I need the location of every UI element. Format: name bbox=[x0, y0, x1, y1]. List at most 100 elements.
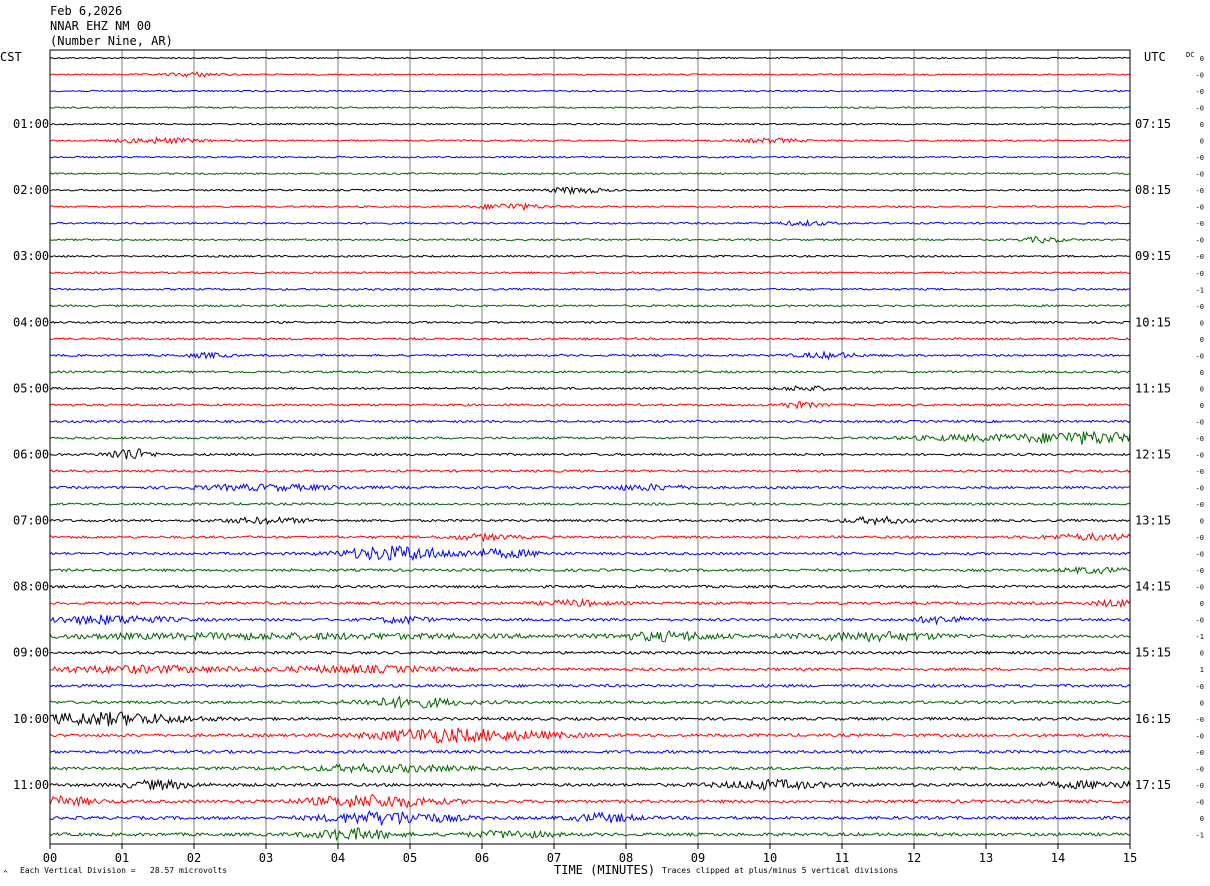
left-hour-labels: 01:00 02:00 03:00 04:00 05:00 06:00 07:00 08:00… bbox=[13, 117, 49, 792]
dc-offset-label: -0 bbox=[1196, 237, 1204, 245]
x-tick-labels: 00 01 02 03 04 05 06 07 08 09 10 11 12 13 14 15 bbox=[43, 844, 1137, 865]
dc-offset-label: -0 bbox=[1196, 732, 1204, 740]
right-hour-label: 17:15 bbox=[1135, 778, 1171, 792]
trace-line bbox=[49, 185, 1131, 196]
x-tick-label: 14 bbox=[1051, 851, 1065, 865]
right-hour-label: 11:15 bbox=[1135, 381, 1171, 395]
trace-line bbox=[49, 515, 1131, 527]
dc-offset-label: -0 bbox=[1196, 352, 1204, 360]
trace-line bbox=[49, 630, 1131, 643]
dc-offset-label: -0 bbox=[1196, 88, 1204, 96]
left-hour-label: 04:00 bbox=[13, 315, 49, 329]
dc-offset-label: 0 bbox=[1200, 518, 1204, 526]
trace-line bbox=[49, 254, 1131, 258]
x-tick-label: 13 bbox=[979, 851, 993, 865]
trace-line bbox=[49, 827, 1131, 841]
trace-line bbox=[49, 663, 1131, 675]
x-tick-label: 12 bbox=[907, 851, 921, 865]
x-tick-label: 06 bbox=[475, 851, 489, 865]
dc-offset-label: -1 bbox=[1196, 831, 1204, 839]
right-hour-label: 13:15 bbox=[1135, 514, 1171, 528]
trace-line bbox=[49, 810, 1131, 826]
trace-line bbox=[49, 369, 1131, 374]
trace-line bbox=[49, 400, 1131, 410]
x-tick-label: 05 bbox=[403, 851, 417, 865]
left-hour-label: 03:00 bbox=[13, 249, 49, 263]
dc-offset-label: -0 bbox=[1196, 501, 1204, 509]
trace-line bbox=[49, 320, 1131, 325]
left-hour-label: 11:00 bbox=[13, 778, 49, 792]
trace-line bbox=[49, 793, 1131, 809]
dc-offset-label: -0 bbox=[1196, 584, 1204, 592]
trace-line bbox=[49, 201, 1131, 212]
dc-offset-label: -0 bbox=[1196, 171, 1204, 179]
trace-line bbox=[49, 106, 1131, 109]
dc-offset-label: -0 bbox=[1196, 303, 1204, 311]
trace-line bbox=[49, 385, 1131, 392]
corner-mark: ^ bbox=[3, 869, 8, 878]
trace-line bbox=[49, 419, 1131, 424]
dc-offset-label: 0 bbox=[1200, 121, 1204, 129]
trace-line bbox=[49, 749, 1131, 755]
trace-line bbox=[49, 122, 1131, 126]
trace-line bbox=[49, 545, 1131, 562]
trace-line bbox=[49, 762, 1131, 774]
trace-line bbox=[49, 531, 1131, 543]
dc-offset-label: -0 bbox=[1196, 468, 1204, 476]
dc-offset-label: 0 bbox=[1200, 55, 1204, 63]
dc-offset-label: 1 bbox=[1200, 666, 1204, 674]
trace-line bbox=[49, 469, 1131, 473]
dc-offset-label: -0 bbox=[1196, 534, 1204, 542]
dc-offset-label: -0 bbox=[1196, 435, 1204, 443]
dc-offset-labels: 0 -0 -0 -0 0 0 -0 -0 -0 -0 -0 -0 -0 -0 -1 -0 0 0 -0 0 0 0 -0 -0… bbox=[1196, 55, 1204, 839]
dc-offset-label: 0 bbox=[1200, 600, 1204, 608]
left-hour-label: 10:00 bbox=[13, 712, 49, 726]
dc-offset-label: -0 bbox=[1196, 253, 1204, 261]
trace-line bbox=[49, 683, 1131, 689]
trace-line bbox=[49, 155, 1131, 159]
trace-line bbox=[49, 584, 1130, 589]
trace-line bbox=[49, 448, 1131, 460]
left-hour-label: 02:00 bbox=[13, 183, 49, 197]
trace-line bbox=[49, 695, 1131, 710]
seismogram-plot: CST UTC DC 01:00 02:00 03:00 04:00 05:00 06:0… bbox=[0, 49, 1204, 877]
dc-offset-label: -0 bbox=[1196, 782, 1204, 790]
right-hour-label: 07:15 bbox=[1135, 117, 1171, 131]
dc-offset-label: -0 bbox=[1196, 187, 1204, 195]
trace-line bbox=[50, 597, 1131, 609]
dc-offset-label: -0 bbox=[1196, 418, 1204, 426]
dc-offset-label: 0 bbox=[1200, 319, 1204, 327]
dc-offset-label: -0 bbox=[1196, 551, 1204, 559]
right-hour-label: 15:15 bbox=[1135, 646, 1171, 660]
right-hour-labels: 07:15 08:15 09:15 10:15 11:15 12:15 13:15 14:15… bbox=[1135, 117, 1171, 792]
trace-line bbox=[49, 727, 1131, 744]
left-hour-label: 07:00 bbox=[13, 514, 49, 528]
trace-line bbox=[49, 482, 1131, 493]
x-tick-label: 10 bbox=[763, 851, 777, 865]
x-tick-label: 15 bbox=[1123, 851, 1137, 865]
left-timezone-label: CST bbox=[0, 50, 22, 64]
x-tick-label: 02 bbox=[187, 851, 201, 865]
clip-note: Traces clipped at plus/minus 5 vertical … bbox=[662, 866, 899, 875]
right-timezone-label: UTC bbox=[1144, 50, 1166, 64]
dc-offset-label: -0 bbox=[1196, 765, 1204, 773]
right-hour-label: 09:15 bbox=[1135, 249, 1171, 263]
trace-line bbox=[49, 430, 1131, 445]
dc-offset-label: 0 bbox=[1200, 385, 1204, 393]
left-hour-label: 05:00 bbox=[13, 381, 49, 395]
x-tick-label: 00 bbox=[43, 851, 57, 865]
dc-offset-label: -1 bbox=[1196, 286, 1204, 294]
dc-offset-label: -0 bbox=[1196, 204, 1204, 212]
trace-line bbox=[49, 219, 1131, 227]
dc-offset-label: 0 bbox=[1200, 336, 1204, 344]
right-hour-label: 16:15 bbox=[1135, 712, 1171, 726]
plot-grid bbox=[121, 50, 1059, 844]
trace-line bbox=[49, 236, 1131, 244]
dc-offset-label: -0 bbox=[1196, 683, 1204, 691]
dc-offset-label: -0 bbox=[1196, 451, 1204, 459]
dc-offset-label: -0 bbox=[1196, 105, 1204, 113]
trace-line bbox=[49, 650, 1131, 655]
trace-line bbox=[49, 287, 1131, 292]
dc-offset-label: 0 bbox=[1200, 138, 1204, 146]
dc-offset-label: -0 bbox=[1196, 749, 1204, 757]
